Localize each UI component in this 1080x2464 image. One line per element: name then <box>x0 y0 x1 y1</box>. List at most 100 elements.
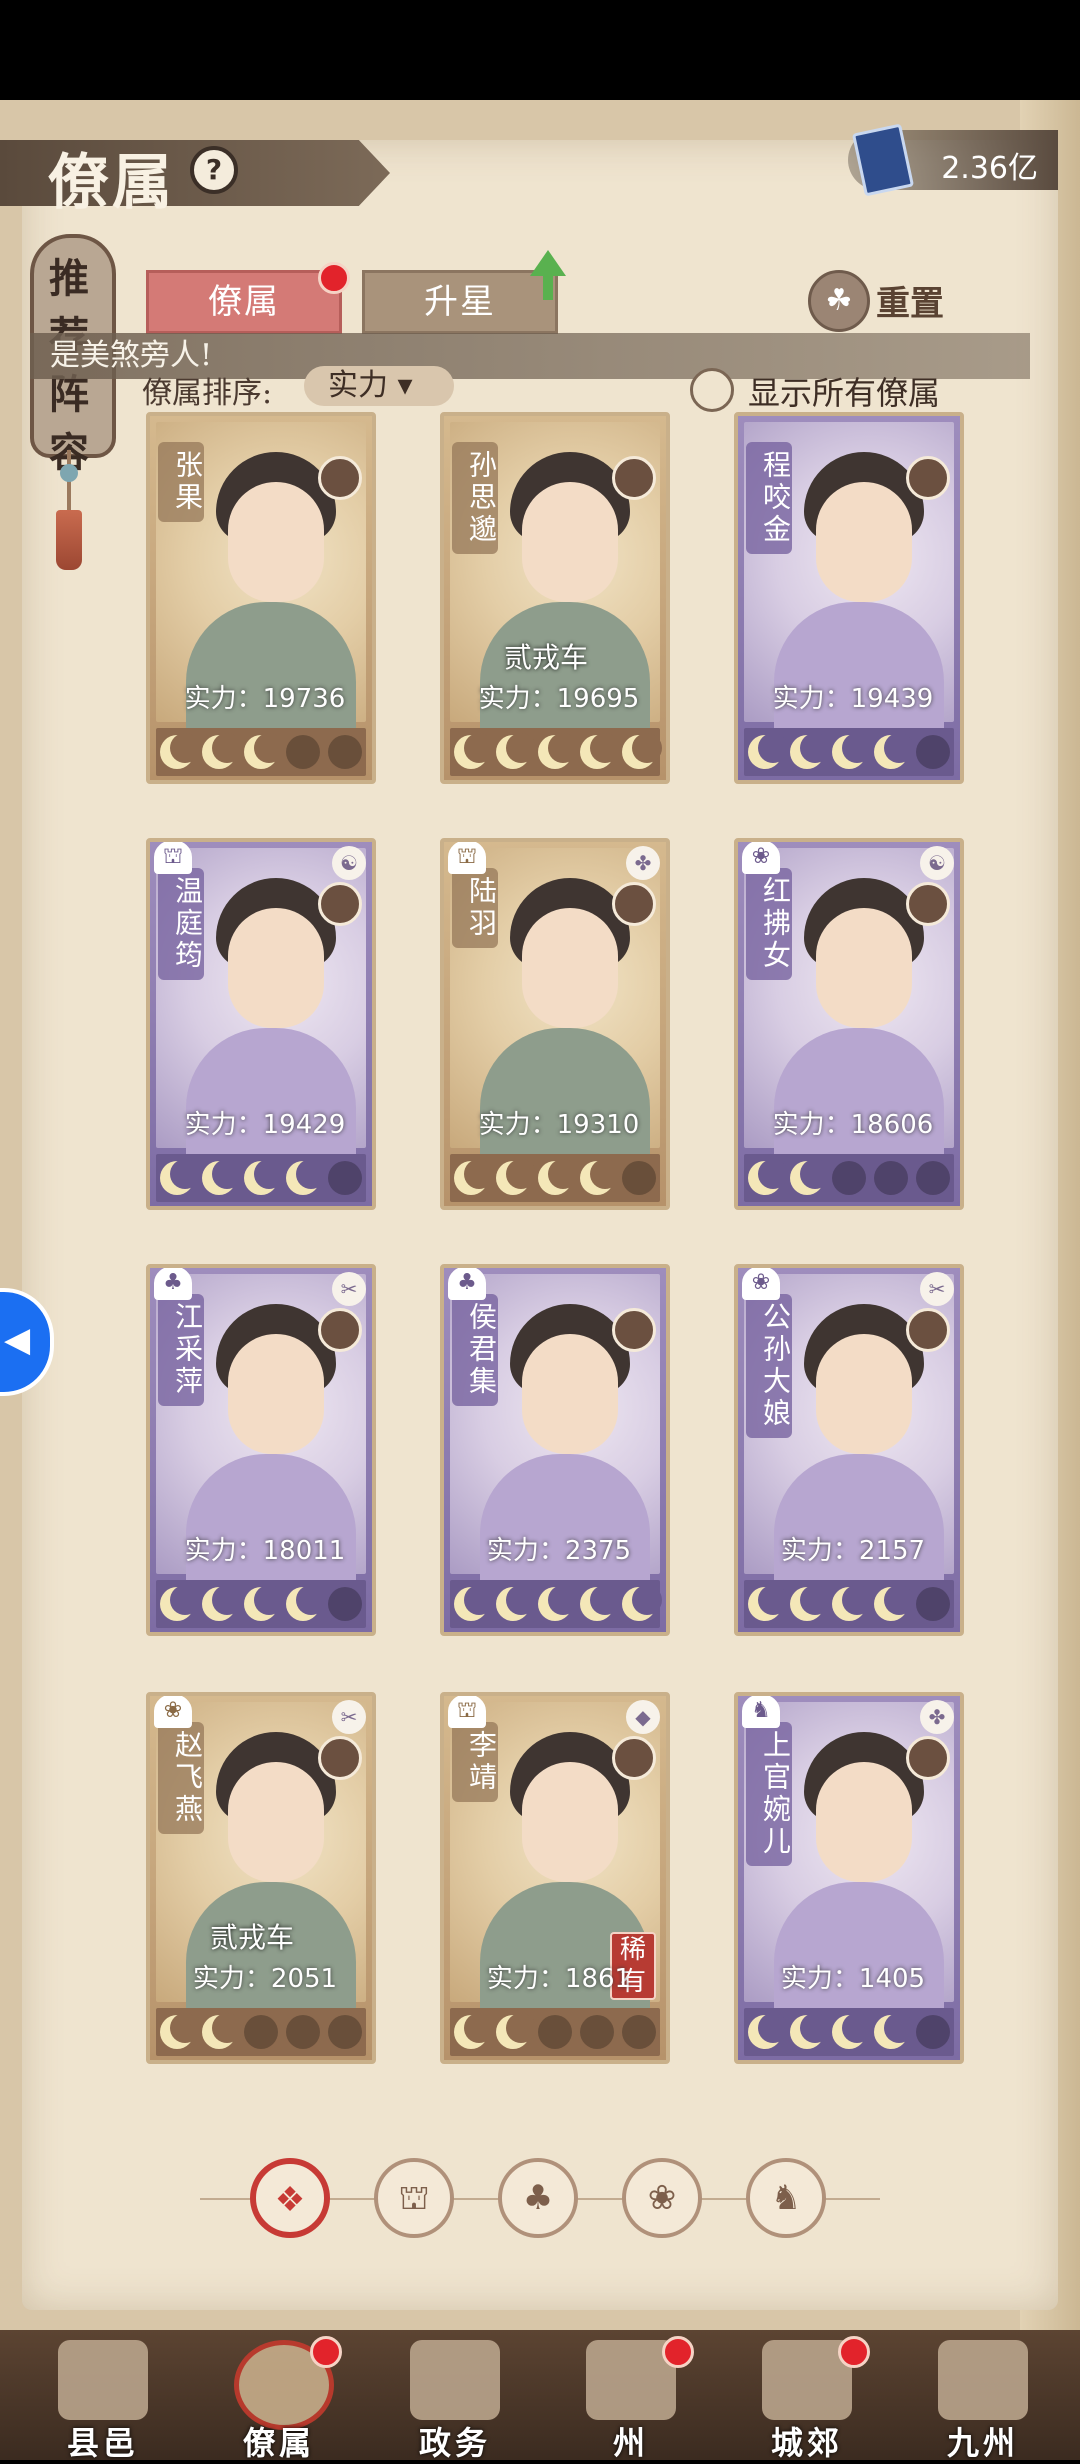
skill-icon: ☯ <box>332 846 366 880</box>
sort-dropdown[interactable]: 实力 ▾ <box>304 366 454 406</box>
type-icon: ❀ <box>154 1696 192 1728</box>
filter-button[interactable]: ♞ <box>746 2158 826 2238</box>
moon-star-filled-icon <box>832 2013 872 2049</box>
moon-star-empty-icon <box>328 1161 362 1195</box>
nav-item[interactable]: 政务 <box>370 2330 540 2462</box>
official-card[interactable]: 赵飞燕 ❀ ✂ 贰戎车 实力：2051 <box>146 1692 376 2064</box>
star-rating <box>744 2008 954 2056</box>
moon-star-filled-icon <box>496 1585 536 1621</box>
reset-button[interactable]: ☘ 重置 <box>808 270 984 332</box>
bottom-navigation: 县邑 僚属 政务 州 城郊 九州 <box>0 2330 1080 2462</box>
avatar <box>318 1308 362 1352</box>
nav-item[interactable]: 城郊 <box>722 2330 892 2462</box>
moon-star-empty-icon <box>244 2015 278 2049</box>
official-name: 孙思邈 <box>452 442 498 554</box>
skill-icon: ✂ <box>332 1700 366 1734</box>
official-card[interactable]: 温庭筠 ⛫ ☯ 实力：19429 <box>146 838 376 1210</box>
moon-star-empty-icon <box>916 1161 950 1195</box>
avatar <box>318 456 362 500</box>
star-rating <box>156 1154 366 1202</box>
nav-item[interactable]: 僚属 <box>194 2330 364 2462</box>
notification-dot <box>310 2336 342 2368</box>
portrait-face <box>228 908 324 1028</box>
moon-star-filled-icon <box>496 2013 536 2049</box>
tab-star-up[interactable]: 升星 <box>362 270 558 334</box>
star-rating <box>450 2008 660 2056</box>
filter-button[interactable]: ❀ <box>622 2158 702 2238</box>
moon-star-filled-icon <box>748 1585 788 1621</box>
power-value: 实力：1405 <box>780 1964 926 1994</box>
official-card[interactable]: 陆羽 ⛫ ✤ 实力：19310 <box>440 838 670 1210</box>
official-name: 赵飞燕 <box>158 1722 204 1834</box>
power-value: 实力：2375 <box>486 1536 632 1566</box>
title-tag: 贰戎车 <box>504 641 589 674</box>
moon-star-filled-icon <box>874 1585 914 1621</box>
moon-star-filled-icon <box>202 733 242 769</box>
filter-button[interactable]: ♣ <box>498 2158 578 2238</box>
avatar <box>318 882 362 926</box>
filter-button[interactable]: ⛫ <box>374 2158 454 2238</box>
power-value: 实力：19439 <box>772 684 934 714</box>
skill-icon: ◆ <box>626 1700 660 1734</box>
type-icon: ♞ <box>742 1696 780 1728</box>
moon-star-filled-icon <box>790 1585 830 1621</box>
filter-button[interactable]: ❖ <box>250 2158 330 2238</box>
moon-star-empty-icon <box>916 735 950 769</box>
moon-star-filled-icon <box>160 1585 200 1621</box>
official-card[interactable]: 侯君集 ♣ 实力：2375 <box>440 1264 670 1636</box>
official-name: 程咬金 <box>746 442 792 554</box>
tab-officials[interactable]: 僚属 <box>146 270 342 334</box>
moon-star-filled-icon <box>286 1159 326 1195</box>
moon-star-empty-icon <box>286 2015 320 2049</box>
official-card[interactable]: 红拂女 ❀ ☯ 实力：18606 <box>734 838 964 1210</box>
upgrade-arrow-stem <box>543 272 553 300</box>
moon-star-filled-icon <box>454 733 494 769</box>
moon-star-filled-icon <box>832 1585 872 1621</box>
skill-icon: ☯ <box>920 846 954 880</box>
nav-item[interactable]: 县邑 <box>18 2330 188 2462</box>
official-card[interactable]: 江采萍 ♣ ✂ 实力：18011 <box>146 1264 376 1636</box>
notification-dot <box>662 2336 694 2368</box>
portrait-face <box>228 1334 324 1454</box>
moon-star-filled-icon <box>538 1159 578 1195</box>
star-rating <box>450 1580 662 1628</box>
moon-star-filled-icon <box>244 1159 284 1195</box>
type-icon: ⛫ <box>154 842 192 874</box>
official-card[interactable]: 孙思邈 贰戎车 实力：19695 <box>440 412 670 784</box>
portrait-face <box>816 482 912 602</box>
skill-icon: ✤ <box>626 846 660 880</box>
portrait-face <box>522 1334 618 1454</box>
official-card[interactable]: 李靖 ⛫ ◆ 稀有 实力：1861 <box>440 1692 670 2064</box>
clover-icon: ☘ <box>808 270 870 332</box>
page-title: 僚属 <box>48 148 176 218</box>
nav-label: 政务 <box>418 2424 491 2462</box>
nav-item[interactable]: 州 <box>546 2330 716 2462</box>
help-icon[interactable]: ? <box>190 146 238 194</box>
power-value: 实力：19310 <box>478 1110 640 1140</box>
moon-star-filled-icon <box>748 1159 788 1195</box>
avatar <box>906 882 950 926</box>
moon-star-filled-icon <box>454 2013 494 2049</box>
official-card[interactable]: 程咬金实力：19439 <box>734 412 964 784</box>
portrait-face <box>522 482 618 602</box>
official-card[interactable]: 张果 实力：19736 <box>146 412 376 784</box>
moon-star-empty-icon <box>832 1161 866 1195</box>
skill-icon: ✂ <box>920 1272 954 1306</box>
type-icon: ♣ <box>448 1268 486 1300</box>
moon-star-filled-icon <box>160 1159 200 1195</box>
moon-star-filled-icon <box>622 1585 662 1621</box>
official-name: 上官婉儿 <box>746 1722 792 1866</box>
avatar <box>612 1736 656 1780</box>
official-card[interactable]: 公孙大娘 ❀ ✂ 实力：2157 <box>734 1264 964 1636</box>
show-all-checkbox[interactable] <box>690 368 734 412</box>
moon-star-filled-icon <box>874 2013 914 2049</box>
nav-label: 县邑 <box>66 2424 139 2462</box>
moon-star-filled-icon <box>580 1585 620 1621</box>
power-value: 实力：19429 <box>184 1110 346 1140</box>
moon-star-filled-icon <box>832 733 872 769</box>
official-card[interactable]: 上官婉儿 ♞ ✤ 实力：1405 <box>734 1692 964 2064</box>
portrait-face <box>228 482 324 602</box>
nav-item[interactable]: 九州 <box>898 2330 1068 2462</box>
star-rating <box>450 1154 660 1202</box>
moon-star-filled-icon <box>496 1159 536 1195</box>
